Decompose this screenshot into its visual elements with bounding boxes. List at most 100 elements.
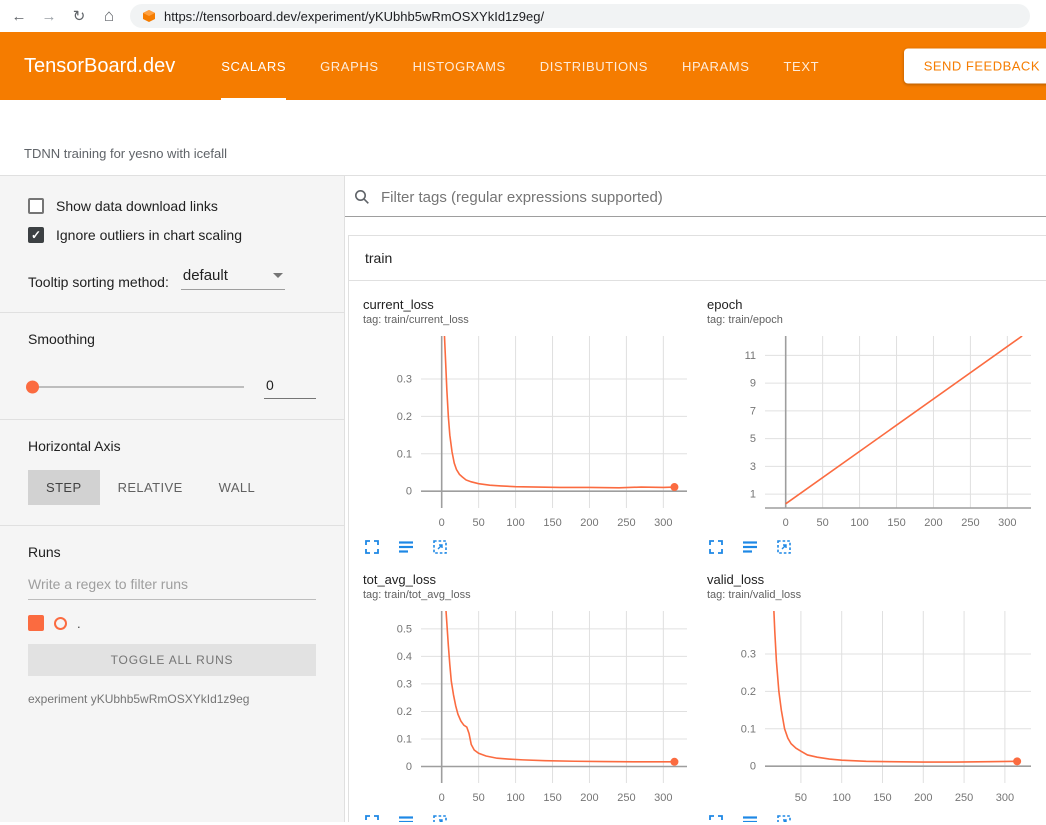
horizontal-axis-label: Horizontal Axis — [28, 438, 316, 454]
fit-domain-icon[interactable] — [431, 538, 449, 556]
ignore-outliers-checkbox[interactable] — [28, 227, 44, 243]
chart-tag: tag: train/epoch — [707, 314, 1037, 326]
content: Show data download links Ignore outliers… — [0, 176, 1046, 822]
reload-icon[interactable]: ↻ — [70, 7, 88, 25]
smoothing-value-input[interactable] — [264, 375, 316, 399]
tensorboard-favicon — [142, 9, 156, 23]
line-chart[interactable]: 00.10.20.30.40.5050100150200250300 — [363, 605, 693, 811]
svg-text:0: 0 — [406, 761, 412, 773]
tooltip-sorting-select[interactable]: default — [181, 267, 285, 290]
data-table-icon[interactable] — [741, 538, 759, 556]
svg-text:100: 100 — [850, 517, 868, 529]
chart-actions — [363, 813, 693, 822]
top-nav: SCALARS GRAPHS HISTOGRAMS DISTRIBUTIONS … — [221, 32, 819, 100]
tab-text[interactable]: TEXT — [784, 32, 820, 100]
svg-text:250: 250 — [961, 517, 979, 529]
brand-logo[interactable]: TensorBoard.dev — [24, 55, 175, 78]
svg-text:150: 150 — [543, 792, 561, 804]
svg-text:0.1: 0.1 — [397, 733, 412, 745]
show-download-label: Show data download links — [56, 198, 218, 214]
fit-domain-icon[interactable] — [431, 813, 449, 822]
tag-group-card: train current_loss tag: train/current_lo… — [348, 235, 1046, 822]
tab-graphs[interactable]: GRAPHS — [320, 32, 379, 100]
svg-text:50: 50 — [473, 517, 485, 529]
line-chart[interactable]: 00.10.20.3050100150200250300 — [363, 330, 693, 536]
tab-scalars[interactable]: SCALARS — [221, 32, 286, 100]
svg-text:0: 0 — [750, 761, 756, 773]
chevron-down-icon — [273, 273, 283, 278]
runs-section: Runs . TOGGLE ALL RUNS experiment yKUbhb… — [0, 525, 344, 706]
svg-text:250: 250 — [955, 792, 973, 804]
tab-distributions[interactable]: DISTRIBUTIONS — [540, 32, 648, 100]
line-chart[interactable]: 00.10.20.350100150200250300 — [707, 605, 1037, 811]
tag-filter-row — [345, 176, 1046, 217]
svg-text:50: 50 — [795, 792, 807, 804]
run-checkbox[interactable] — [28, 615, 44, 631]
fullscreen-icon[interactable] — [363, 813, 381, 822]
fullscreen-icon[interactable] — [707, 538, 725, 556]
axis-wall-button[interactable]: WALL — [201, 470, 274, 505]
smoothing-section: Smoothing — [0, 312, 344, 399]
runs-filter-input[interactable] — [28, 568, 316, 600]
chart-actions — [707, 813, 1037, 822]
app-header: TensorBoard.dev SCALARS GRAPHS HISTOGRAM… — [0, 32, 1046, 100]
chart-tag: tag: train/current_loss — [363, 314, 693, 326]
fullscreen-icon[interactable] — [363, 538, 381, 556]
axis-relative-button[interactable]: RELATIVE — [100, 470, 201, 505]
experiment-id: experiment yKUbhb5wRmOSXYkId1z9eg — [28, 692, 316, 706]
svg-text:250: 250 — [617, 517, 635, 529]
tab-histograms[interactable]: HISTOGRAMS — [413, 32, 506, 100]
chart-epoch: epoch tag: train/epoch 13579110501001502… — [707, 297, 1037, 556]
fullscreen-icon[interactable] — [707, 813, 725, 822]
tooltip-sorting-value: default — [183, 267, 228, 284]
run-name[interactable]: . — [77, 616, 81, 631]
axis-step-button[interactable]: STEP — [28, 470, 100, 505]
svg-text:100: 100 — [506, 792, 524, 804]
tooltip-sorting-row: Tooltip sorting method: default — [28, 267, 316, 292]
run-color-swatch — [54, 617, 67, 630]
fit-domain-icon[interactable] — [775, 813, 793, 822]
svg-text:5: 5 — [750, 433, 756, 445]
svg-text:50: 50 — [817, 517, 829, 529]
svg-text:0.3: 0.3 — [397, 678, 412, 690]
chart-tag: tag: train/valid_loss — [707, 589, 1037, 601]
show-download-row: Show data download links — [28, 198, 316, 214]
chart-actions — [707, 538, 1037, 556]
data-table-icon[interactable] — [397, 538, 415, 556]
smoothing-slider-thumb[interactable] — [26, 381, 39, 394]
forward-icon[interactable]: → — [40, 8, 58, 25]
horizontal-axis-section: Horizontal Axis STEP RELATIVE WALL — [0, 419, 344, 505]
tag-filter-input[interactable] — [381, 189, 1038, 206]
svg-text:0: 0 — [783, 517, 789, 529]
toggle-all-runs-button[interactable]: TOGGLE ALL RUNS — [28, 644, 316, 676]
home-icon[interactable]: ⌂ — [100, 6, 118, 26]
svg-text:150: 150 — [873, 792, 891, 804]
show-download-checkbox[interactable] — [28, 198, 44, 214]
svg-text:300: 300 — [654, 517, 672, 529]
send-feedback-button[interactable]: SEND FEEDBACK — [904, 49, 1046, 84]
runs-label: Runs — [28, 544, 316, 560]
svg-text:0.2: 0.2 — [741, 686, 756, 698]
svg-text:300: 300 — [996, 792, 1014, 804]
svg-text:0.3: 0.3 — [397, 374, 412, 386]
chart-valid-loss: valid_loss tag: train/valid_loss 00.10.2… — [707, 572, 1037, 822]
tag-group-title[interactable]: train — [349, 236, 1046, 281]
browser-chrome: ← → ↻ ⌂ https://tensorboard.dev/experime… — [0, 0, 1046, 32]
data-table-icon[interactable] — [741, 813, 759, 822]
data-table-icon[interactable] — [397, 813, 415, 822]
experiment-description: TDNN training for yesno with icefall — [0, 100, 1046, 176]
search-icon — [353, 188, 371, 206]
line-chart[interactable]: 1357911050100150200250300 — [707, 330, 1037, 536]
chart-tag: tag: train/tot_avg_loss — [363, 589, 693, 601]
address-bar[interactable]: https://tensorboard.dev/experiment/yKUbh… — [130, 4, 1030, 28]
tab-hparams[interactable]: HPARAMS — [682, 32, 750, 100]
chart-actions — [363, 538, 693, 556]
back-icon[interactable]: ← — [10, 8, 28, 25]
svg-text:0: 0 — [406, 486, 412, 498]
smoothing-slider[interactable] — [28, 386, 244, 388]
charts-grid: current_loss tag: train/current_loss 00.… — [349, 281, 1046, 822]
svg-text:7: 7 — [750, 405, 756, 417]
run-list-item: . — [28, 615, 316, 631]
fit-domain-icon[interactable] — [775, 538, 793, 556]
scalars-main: train current_loss tag: train/current_lo… — [345, 176, 1046, 822]
